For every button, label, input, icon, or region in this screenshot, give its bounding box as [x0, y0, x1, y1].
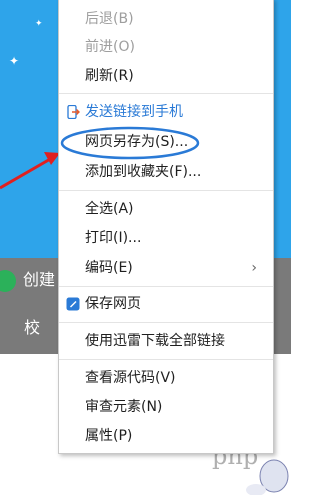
menu-item-refresh[interactable]: 刷新(R) [59, 62, 273, 90]
menu-item-label: 查看源代码(V) [85, 370, 176, 386]
menu-item-label: 前进(O) [85, 39, 135, 55]
menu-item-label: 后退(B) [85, 11, 134, 27]
menu-separator [59, 359, 273, 360]
menu-separator [59, 322, 273, 323]
menu-item-save-webpage[interactable]: 保存网页 [59, 290, 273, 318]
menu-item-thunder-download-all[interactable]: 使用迅雷下载全部链接 [59, 327, 273, 355]
menu-item-label: 打印(I)... [85, 230, 142, 246]
menu-item-properties[interactable]: 属性(P) [59, 422, 273, 450]
menu-item-back[interactable]: 后退(B) [59, 5, 273, 33]
menu-item-encoding[interactable]: 编码(E) › [59, 254, 273, 282]
menu-separator [59, 93, 273, 94]
menu-separator [59, 286, 273, 287]
menu-item-label: 添加到收藏夹(F)... [85, 164, 202, 180]
menu-item-label: 保存网页 [85, 296, 141, 312]
menu-item-label: 属性(P) [85, 428, 133, 444]
menu-item-label: 发送链接到手机 [85, 104, 183, 120]
menu-item-label: 审查元素(N) [85, 399, 163, 415]
menu-item-add-to-favorites[interactable]: 添加到收藏夹(F)... [59, 158, 273, 186]
menu-item-label: 网页另存为(S)... [85, 134, 189, 150]
menu-item-label: 使用迅雷下载全部链接 [85, 333, 225, 349]
menu-item-label: 全选(A) [85, 201, 134, 217]
menu-item-label: 刷新(R) [85, 68, 134, 84]
menu-item-label: 编码(E) [85, 260, 133, 276]
context-menu: 后退(B) 前进(O) 刷新(R) 发送链接到手机 网页另存为(S)... 添加… [58, 0, 274, 454]
phone-send-icon [67, 105, 80, 119]
menu-item-print[interactable]: 打印(I)... [59, 224, 273, 252]
menu-item-forward[interactable]: 前进(O) [59, 33, 273, 61]
menu-item-select-all[interactable]: 全选(A) [59, 195, 273, 223]
menu-separator [59, 190, 273, 191]
menu-item-save-page-as[interactable]: 网页另存为(S)... [59, 128, 273, 156]
menu-item-inspect-element[interactable]: 审查元素(N) [59, 393, 273, 421]
save-page-icon [66, 297, 80, 311]
chevron-right-icon: › [251, 260, 257, 276]
menu-item-send-link-to-phone[interactable]: 发送链接到手机 [59, 98, 273, 126]
menu-item-view-source[interactable]: 查看源代码(V) [59, 364, 273, 392]
